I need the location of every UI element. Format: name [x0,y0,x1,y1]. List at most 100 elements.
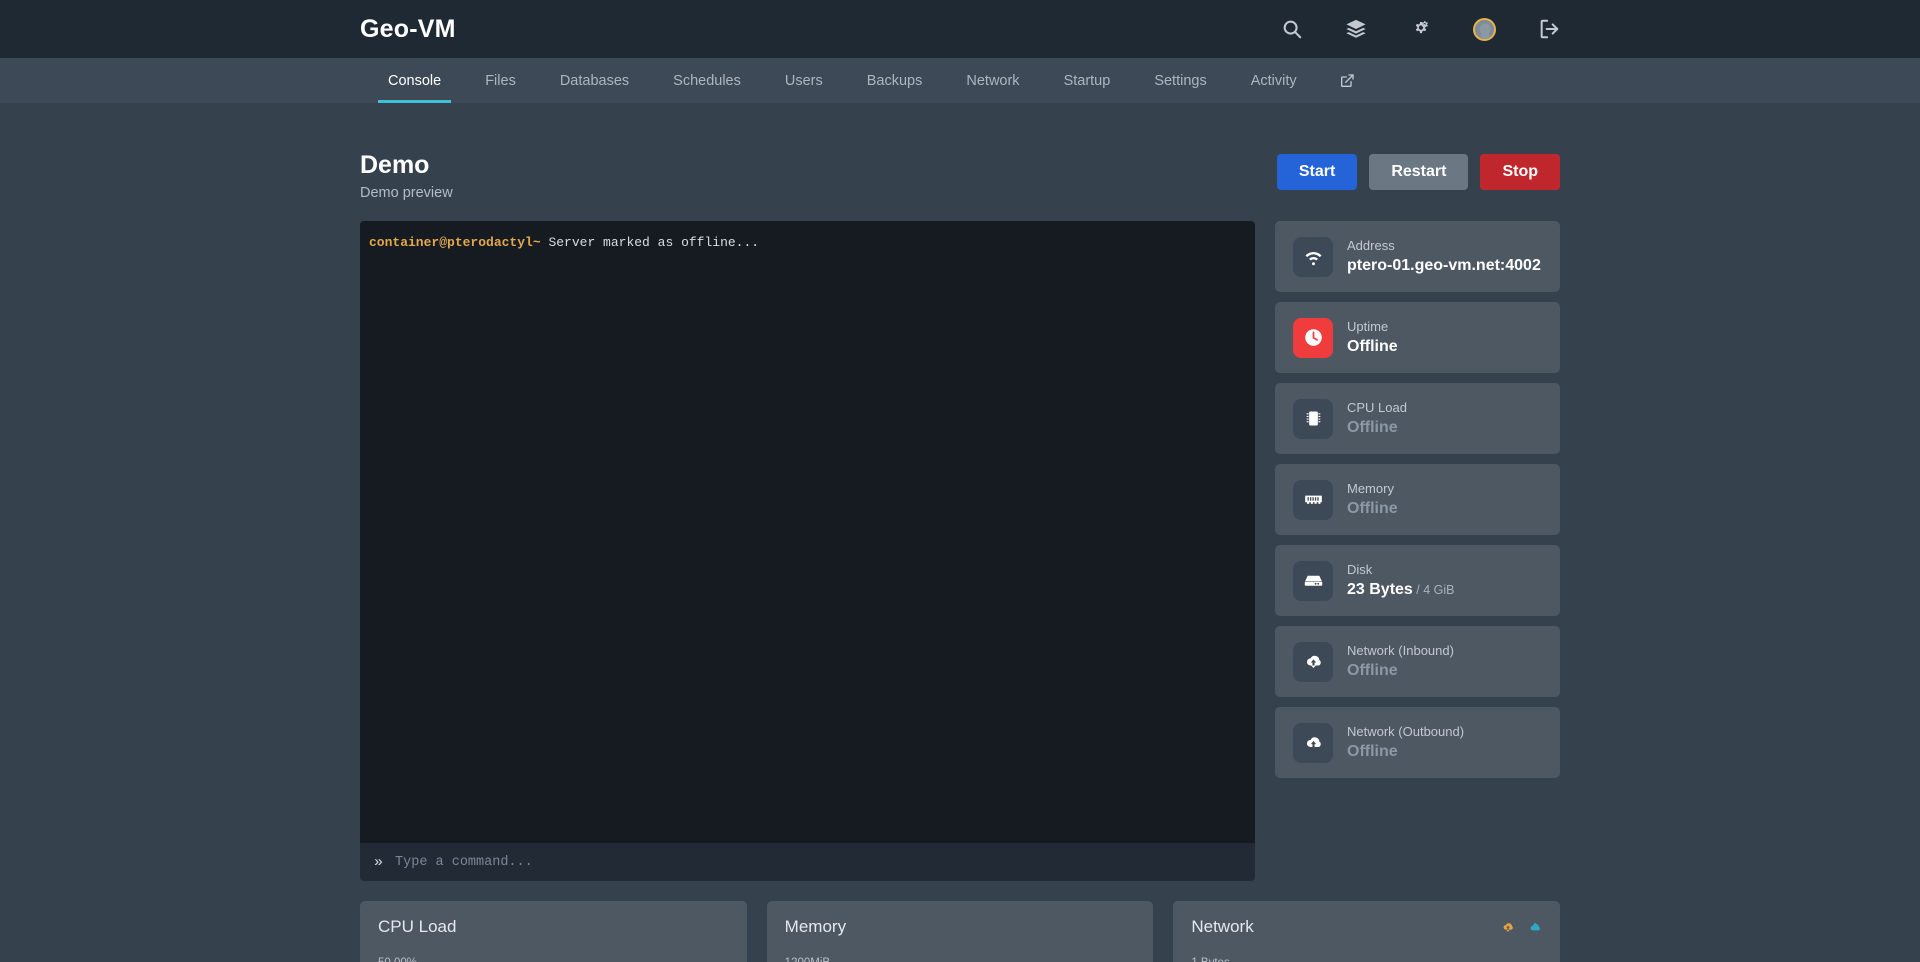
stat-text: Memory Offline [1347,480,1398,520]
nav-item-label: Settings [1154,72,1207,89]
stat-value-main: Offline [1347,418,1398,436]
console-and-stats: container@pterodactyl~ Server marked as … [360,221,1560,882]
chart-gridline: 1200MiB [785,957,1136,962]
nav-item-startup[interactable]: Startup [1042,58,1133,103]
nav-item-label: Databases [559,72,630,89]
console-column: container@pterodactyl~ Server marked as … [360,221,1255,882]
logout-icon[interactable] [1538,18,1560,40]
stat-card-cpu-load: CPU Load Offline [1275,383,1560,455]
stat-card-disk: Disk 23 Bytes / 4 GiB [1275,545,1560,617]
restart-button[interactable]: Restart [1369,154,1469,190]
topbar-icon-group [1281,17,1560,41]
chart-plot-area: 1 Bytes [1191,951,1542,962]
layers-icon[interactable] [1345,18,1367,40]
nav-item-label: Startup [1063,72,1111,89]
stat-label: Network (Outbound) [1347,723,1465,739]
chart-card-network: Network 1 Bytes [1173,901,1561,962]
external-link-icon[interactable] [1319,58,1375,103]
nav-item-databases[interactable]: Databases [538,58,651,103]
stop-button[interactable]: Stop [1480,154,1560,190]
stat-value-main: ptero-01.geo-vm.net:4002 [1347,256,1541,274]
cloud-download-icon [1501,920,1515,934]
brand-logo[interactable]: Geo-VM [360,15,456,44]
stat-value: ptero-01.geo-vm.net:4002 [1347,256,1541,277]
nav-item-label: Schedules [673,72,741,89]
chart-card-cpu-load: CPU Load 50.00% [360,901,747,962]
power-actions: Start Restart Stop [1276,150,1560,190]
chart-plot-area: 1200MiB [785,951,1136,962]
nav-item-label: Activity [1250,72,1297,89]
stat-label: Network (Inbound) [1347,642,1454,658]
stat-text: Network (Outbound) Offline [1347,723,1464,763]
stat-value: Offline [1347,418,1407,439]
stat-label: Memory [1347,480,1394,496]
chart-header: Network [1191,917,1542,937]
terminal-output[interactable]: container@pterodactyl~ Server marked as … [360,221,1255,844]
stat-value: Offline [1347,499,1398,520]
hard-drive-icon [1293,560,1333,601]
chart-title: Network [1191,917,1254,937]
stat-value-main: Offline [1347,499,1398,517]
stat-text: Address ptero-01.geo-vm.net:4002 [1347,237,1541,277]
nav-item-label: Backups [866,72,923,89]
stat-label: CPU Load [1347,399,1407,415]
sub-navigation: Console Files Databases Schedules Users Backu… [0,58,1920,104]
nav-item-settings[interactable]: Settings [1132,58,1228,103]
cloud-download-icon [1293,641,1333,682]
page-title: Demo [360,151,430,179]
chart-legend [1501,920,1542,934]
server-identity: Demo Demo preview [360,150,453,201]
stat-text: Disk 23 Bytes / 4 GiB [1347,561,1455,601]
stat-label: Uptime [1347,318,1389,334]
chart-gridline-label: 1200MiB [785,957,830,962]
nav-item-label: Users [784,72,823,89]
chart-gridline-label: 50.00% [378,957,417,962]
stat-value-main: 23 Bytes [1347,580,1413,598]
chart-gridline: 1 Bytes [1191,957,1542,962]
command-input[interactable] [395,854,1241,870]
nav-item-users[interactable]: Users [763,58,845,103]
nav-item-label: Console [388,72,442,89]
stat-text: CPU Load Offline [1347,399,1407,439]
stat-text: Uptime Offline [1347,318,1398,358]
cloud-upload-icon [1293,722,1333,763]
stat-label: Disk [1347,561,1373,577]
chart-header: CPU Load [378,917,729,937]
stat-value-sub: / 4 GiB [1412,582,1455,597]
nav-item-console[interactable]: Console [366,58,463,103]
chart-title: CPU Load [378,917,457,937]
stat-value: Offline [1347,337,1398,358]
nav-item-backups[interactable]: Backups [845,58,945,103]
wifi-icon [1293,236,1333,277]
avatar[interactable] [1473,17,1496,41]
stat-card-network-inbound: Network (Inbound) Offline [1275,626,1560,698]
stat-card-network-outbound: Network (Outbound) Offline [1275,707,1560,779]
start-button[interactable]: Start [1276,154,1358,190]
microchip-icon [1293,398,1333,439]
charts-row: CPU Load 50.00% Memory 1200MiB Network 1 Byte… [360,901,1561,962]
nav-item-schedules[interactable]: Schedules [651,58,763,103]
chart-gridline-label: 1 Bytes [1191,957,1229,962]
stat-value: Offline [1347,742,1464,763]
terminal-prompt: container@pterodactyl~ [369,235,541,251]
chart-gridline: 50.00% [378,957,729,962]
nav-item-activity[interactable]: Activity [1229,58,1319,103]
terminal-message: Server marked as offline... [540,235,760,251]
clock-icon [1293,317,1333,358]
stat-card-address: Address ptero-01.geo-vm.net:4002 [1275,221,1560,293]
chart-card-memory: Memory 1200MiB [766,901,1154,962]
terminal-line: container@pterodactyl~ Server marked as … [369,233,1246,253]
command-bar: » [360,843,1255,882]
nav-item-files[interactable]: Files [463,58,538,103]
nav-item-network[interactable]: Network [944,58,1041,103]
stat-value-main: Offline [1347,661,1398,679]
stat-value: Offline [1347,661,1454,682]
stat-value-main: Offline [1347,337,1398,355]
page-header: Demo Demo preview Start Restart Stop [360,150,1560,201]
search-icon[interactable] [1281,18,1303,40]
stat-card-uptime: Uptime Offline [1275,302,1560,374]
nav-item-label: Network [966,72,1020,89]
stat-card-memory: Memory Offline [1275,464,1560,536]
cogs-icon[interactable] [1409,18,1431,40]
memory-icon [1293,479,1333,520]
